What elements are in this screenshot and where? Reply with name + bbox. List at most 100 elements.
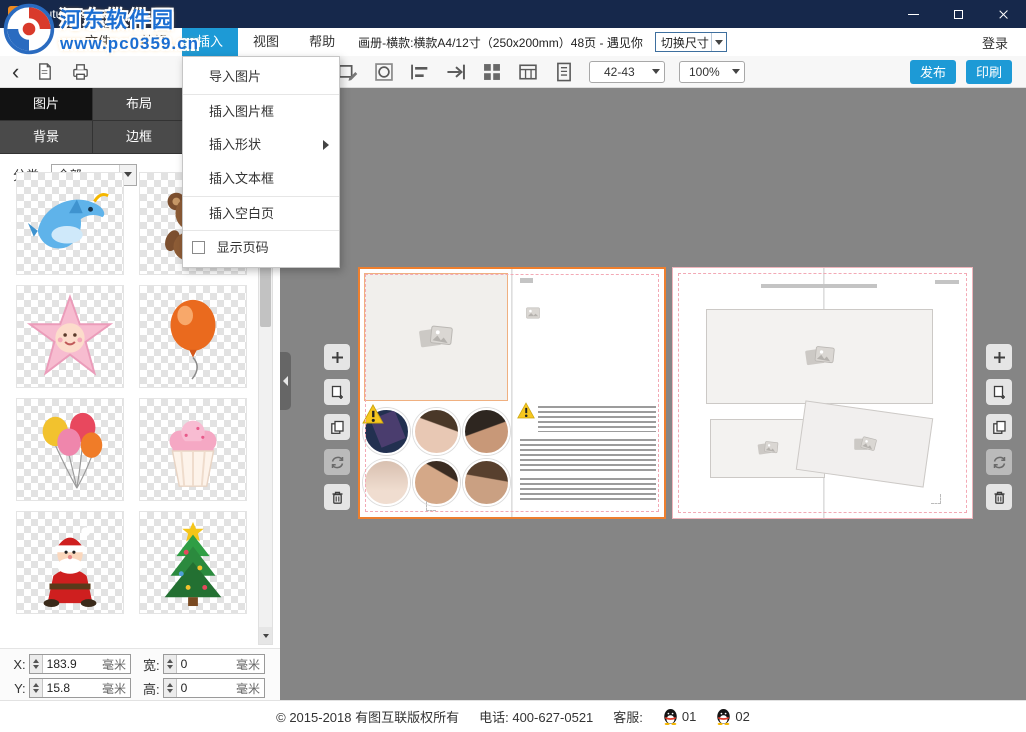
circle-photo-frame[interactable] — [413, 408, 460, 455]
menu-item-insert-shape[interactable]: 插入形状 — [183, 128, 339, 162]
text-paragraph[interactable] — [520, 439, 656, 471]
add-element-button[interactable] — [324, 344, 350, 370]
photo-frame-placeholder[interactable] — [706, 309, 933, 404]
tab-layout[interactable]: 布局 — [93, 88, 186, 121]
rotate-handle[interactable] — [426, 501, 436, 511]
y-field[interactable]: 15.8 毫米 — [29, 678, 131, 698]
circle-photo-frame[interactable] — [463, 408, 510, 455]
dolphin-icon — [26, 180, 114, 268]
menu-insert[interactable]: 插入 — [182, 28, 238, 56]
align-left-icon[interactable] — [409, 61, 431, 83]
menu-item-insert-text-box[interactable]: 插入文本框 — [183, 162, 339, 196]
warning-icon — [517, 402, 539, 422]
clipart-dolphin[interactable] — [16, 172, 124, 275]
login-link[interactable]: 登录 — [982, 33, 1008, 52]
copy-page-button[interactable] — [324, 414, 350, 440]
tab-background[interactable]: 背景 — [0, 121, 93, 154]
mask-crop-icon[interactable] — [373, 61, 395, 83]
page-range-arrow — [648, 69, 664, 74]
text-paragraph[interactable] — [538, 406, 656, 432]
height-unit: 毫米 — [236, 680, 264, 697]
clipart-christmas-tree[interactable] — [139, 511, 247, 614]
new-document-icon[interactable] — [33, 61, 55, 83]
delete-page-button[interactable] — [324, 484, 350, 510]
position-panel: X: 183.9 毫米 宽: 0 毫米 Y: 15.8 毫米 高: — [0, 648, 280, 700]
publish-button[interactable]: 发布 — [910, 60, 956, 84]
text-paragraph[interactable] — [520, 478, 656, 500]
menu-edit[interactable]: 编辑 — [126, 28, 182, 56]
x-field[interactable]: 183.9 毫米 — [29, 654, 131, 674]
document-list-icon[interactable] — [553, 61, 575, 83]
service-label: 客服: — [613, 707, 643, 726]
tab-images[interactable]: 图片 — [0, 88, 93, 121]
tab-border[interactable]: 边框 — [93, 121, 186, 154]
y-stepper[interactable] — [30, 679, 43, 697]
print-document-icon[interactable] — [69, 61, 91, 83]
document-title: 画册-横款:横款A4/12寸（250x200mm）48页 - 遇见你 — [358, 34, 643, 51]
album-spread[interactable] — [672, 267, 973, 519]
menu-item-show-page-number[interactable]: 显示页码 — [183, 230, 339, 264]
height-label: 高: — [140, 679, 160, 698]
y-label: Y: — [6, 681, 26, 696]
menu-item-insert-blank-page[interactable]: 插入空白页 — [183, 196, 339, 230]
photo-placeholder-large[interactable] — [364, 273, 508, 401]
canvas-area[interactable] — [280, 88, 1026, 700]
grid-view-icon[interactable] — [481, 61, 503, 83]
send-to-icon[interactable] — [445, 61, 467, 83]
image-edit-icon[interactable] — [337, 61, 359, 83]
pages-table-icon[interactable] — [517, 61, 539, 83]
right-page-tools — [986, 344, 1012, 510]
sidebar-collapse-handle[interactable] — [280, 352, 291, 410]
switch-size-arrow — [711, 33, 726, 51]
qq-contact-2[interactable]: 02 — [716, 708, 749, 725]
qq1-label: 01 — [682, 709, 696, 724]
maximize-button[interactable] — [936, 0, 981, 28]
minimize-icon — [908, 14, 919, 15]
menu-item-insert-image-frame[interactable]: 插入图片框 — [183, 94, 339, 128]
back-icon[interactable]: ‹ — [12, 58, 19, 86]
sync-page-button[interactable] — [986, 449, 1012, 475]
clipart-balloon-bunch[interactable] — [16, 398, 124, 501]
toolbar-right-buttons: 发布 印刷 — [900, 60, 1012, 84]
width-label: 宽: — [140, 655, 160, 674]
qq-contact-1[interactable]: 01 — [663, 708, 696, 725]
switch-size-dropdown[interactable]: 切换尺寸 — [655, 32, 727, 52]
clipart-cupcake[interactable] — [139, 398, 247, 501]
page-range-dropdown[interactable]: 42-43 — [589, 61, 665, 83]
width-value: 0 — [177, 657, 236, 671]
zoom-dropdown[interactable]: 100% — [679, 61, 745, 83]
add-page-button[interactable] — [986, 379, 1012, 405]
menu-file[interactable]: 文件 — [70, 28, 126, 56]
copy-page-button[interactable] — [986, 414, 1012, 440]
clipart-balloon[interactable] — [139, 285, 247, 388]
warning-icon — [362, 404, 384, 424]
delete-page-button[interactable] — [986, 484, 1012, 510]
scrollbar-down-button[interactable] — [259, 627, 272, 644]
close-button[interactable] — [981, 0, 1026, 28]
menu-item-import-image[interactable]: 导入图片 — [183, 60, 339, 94]
height-stepper[interactable] — [164, 679, 177, 697]
width-stepper[interactable] — [164, 655, 177, 673]
close-icon — [998, 9, 1009, 20]
minimize-button[interactable] — [891, 0, 936, 28]
sync-page-button[interactable] — [324, 449, 350, 475]
photo-placeholder-icon — [757, 439, 779, 458]
circle-photo-frame[interactable] — [413, 459, 460, 506]
circle-photo-frame[interactable] — [463, 459, 510, 506]
rotate-handle[interactable] — [931, 494, 941, 504]
cupcake-icon — [149, 406, 237, 494]
y-unit: 毫米 — [102, 680, 130, 697]
x-stepper[interactable] — [30, 655, 43, 673]
album-spread-selected[interactable] — [358, 267, 666, 519]
add-page-button[interactable] — [324, 379, 350, 405]
clipart-pink-star[interactable] — [16, 285, 124, 388]
add-element-button[interactable] — [986, 344, 1012, 370]
height-field[interactable]: 0 毫米 — [163, 678, 265, 698]
print-button[interactable]: 印刷 — [966, 60, 1012, 84]
width-field[interactable]: 0 毫米 — [163, 654, 265, 674]
circle-photo-frame[interactable] — [363, 459, 410, 506]
menu-help[interactable]: 帮助 — [294, 28, 350, 56]
show-page-number-checkbox[interactable] — [192, 241, 205, 254]
clipart-santa-claus[interactable] — [16, 511, 124, 614]
menu-view[interactable]: 视图 — [238, 28, 294, 56]
